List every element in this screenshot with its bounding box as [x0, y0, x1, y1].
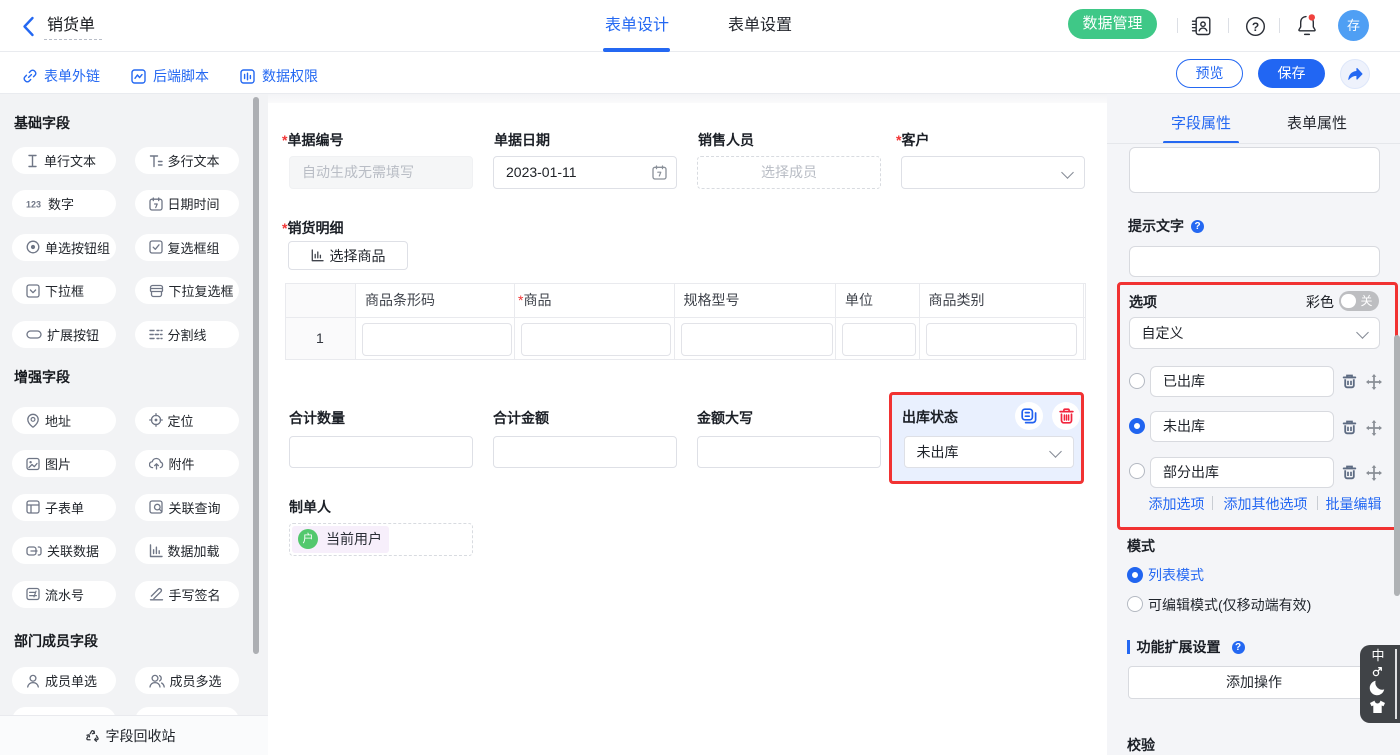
svg-text:?: ? — [1252, 19, 1259, 33]
svg-text:123: 123 — [26, 199, 41, 209]
